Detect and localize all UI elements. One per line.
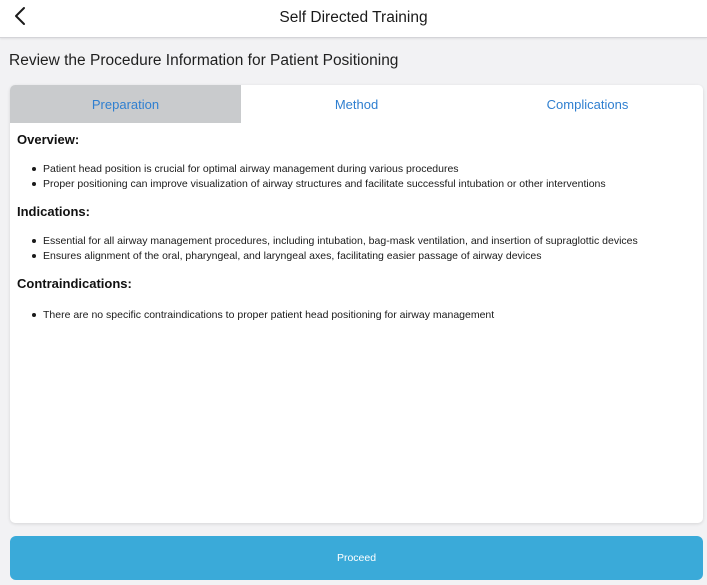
screen-title: Self Directed Training (279, 9, 428, 26)
section-title-indications: Indications: (17, 204, 90, 219)
tab-complications[interactable]: Complications (472, 85, 703, 123)
tab-preparation[interactable]: Preparation (10, 85, 241, 123)
section-title-contraindications: Contraindications: (17, 276, 132, 291)
list-item: There are no specific contraindications … (32, 308, 696, 323)
top-navigation-bar: Self Directed Training (0, 0, 707, 38)
tab-method[interactable]: Method (241, 85, 472, 123)
tab-content: Overview: Patient head position is cruci… (10, 123, 703, 323)
list-item: Essential for all airway management proc… (32, 234, 696, 249)
contraindications-list: There are no specific contraindications … (17, 308, 696, 323)
section-title-overview: Overview: (17, 132, 80, 147)
overview-list: Patient head position is crucial for opt… (17, 162, 696, 191)
proceed-button[interactable]: Proceed (10, 536, 703, 580)
list-item: Proper positioning can improve visualiza… (32, 177, 696, 192)
tab-bar: Preparation Method Complications (10, 85, 703, 123)
procedure-info-card: Preparation Method Complications Overvie… (10, 85, 703, 523)
list-item: Patient head position is crucial for opt… (32, 162, 696, 177)
page-heading: Review the Procedure Information for Pat… (9, 52, 399, 69)
list-item: Ensures alignment of the oral, pharyngea… (32, 249, 696, 264)
indications-list: Essential for all airway management proc… (17, 234, 696, 263)
